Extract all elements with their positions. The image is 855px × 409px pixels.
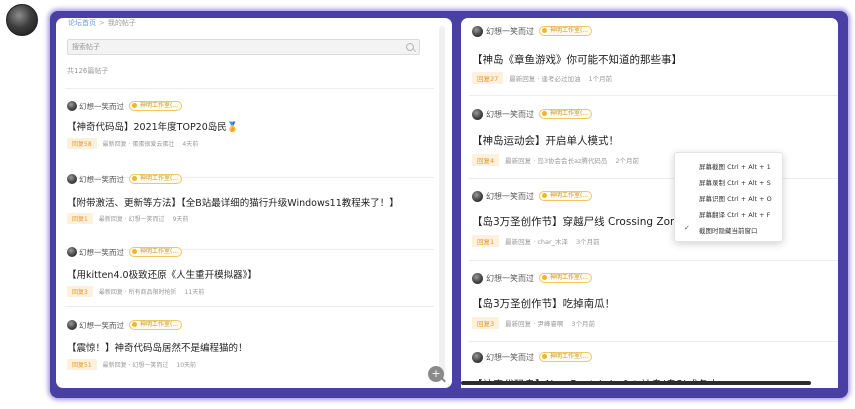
studio-badge[interactable]: 神明工作室(... bbox=[539, 191, 593, 201]
post-title[interactable]: 【神岛《章鱼游戏》你可能不知道的那些事】 bbox=[472, 52, 682, 67]
author-name[interactable]: 幻想一笑而过 bbox=[486, 109, 534, 120]
scrollbar[interactable] bbox=[439, 26, 445, 380]
breadcrumb: 论坛首页 > 我的帖子 bbox=[68, 18, 136, 28]
last-reply: 最新回复 · char_木泽 bbox=[505, 238, 568, 246]
post-meta: 回复1 最新回复 · 幻想一笑而过 9天前 bbox=[67, 213, 188, 224]
last-reply: 最新回复 · 尹峰睿啊 bbox=[505, 320, 564, 328]
author-name[interactable]: 幻想一笑而过 bbox=[79, 174, 124, 185]
breadcrumb-current: 我的帖子 bbox=[107, 19, 136, 27]
menu-item-label: 屏幕录制 Ctrl + Alt + S bbox=[699, 179, 771, 187]
search-icon[interactable] bbox=[406, 43, 414, 51]
studio-badge[interactable]: 神明工作室(... bbox=[129, 174, 183, 184]
avatar[interactable] bbox=[67, 101, 77, 111]
post-meta: 回复58 最新回复 · 蛋蛋很爱云蛋壮 4天前 bbox=[67, 138, 198, 149]
menu-item-screenshot[interactable]: 屏幕截图 Ctrl + Alt + 1 bbox=[675, 157, 782, 173]
reply-count-badge: 回复3 bbox=[67, 286, 93, 297]
post-meta: 回复3 最新回复 · 所有商品限时抢折 11天前 bbox=[67, 286, 204, 297]
post-meta: 回复4 最新回复 · 岛3协会会长az腾代码岛 2个月前 bbox=[472, 154, 639, 166]
post-meta: 回复51 最新回复 · 幻想一笑而过 10天前 bbox=[67, 359, 196, 370]
search-placeholder: 搜索帖子 bbox=[72, 43, 100, 51]
post-time: 3个月前 bbox=[571, 320, 595, 328]
menu-item-screen-translate[interactable]: 屏幕翻译 Ctrl + Alt + F bbox=[675, 205, 782, 221]
post-title[interactable]: 【岛3万圣创作节】穿越尸线 Crossing Zombie bbox=[472, 214, 696, 229]
divider bbox=[65, 88, 434, 89]
avatar[interactable] bbox=[472, 26, 483, 37]
post-title[interactable]: 【用kitten4.0极致还原《人生重开模拟器》】 bbox=[67, 267, 257, 281]
screenshot-context-menu: 屏幕截图 Ctrl + Alt + 1 屏幕录制 Ctrl + Alt + S … bbox=[674, 152, 783, 242]
post-title[interactable]: 【震惊！】神奇代码岛居然不是编程猫的！ bbox=[67, 340, 248, 354]
reply-count-badge: 回复4 bbox=[472, 154, 500, 166]
post-time: 9天前 bbox=[172, 216, 189, 223]
post-meta: 回复27 最新回复 · 逢考必过加油 1个月前 bbox=[472, 72, 612, 84]
author-name[interactable]: 幻想一笑而过 bbox=[486, 273, 534, 284]
author-name[interactable]: 幻想一笑而过 bbox=[79, 320, 124, 331]
horizontal-scrollbar[interactable] bbox=[461, 381, 811, 385]
post-time: 10天前 bbox=[176, 362, 197, 369]
divider bbox=[65, 306, 434, 307]
avatar[interactable] bbox=[67, 247, 77, 257]
menu-item-label: 截图时隐藏当前窗口 bbox=[699, 227, 758, 235]
post-count: 共126篇帖子 bbox=[67, 67, 109, 75]
reply-count-badge: 回复58 bbox=[67, 138, 97, 149]
post-title[interactable]: 【神岛运动会】开启单人模式！ bbox=[472, 133, 619, 148]
studio-badge[interactable]: 神明工作室(... bbox=[129, 101, 183, 111]
avatar[interactable] bbox=[472, 273, 483, 284]
reply-count-badge: 回复3 bbox=[472, 317, 500, 329]
studio-badge[interactable]: 神明工作室(... bbox=[539, 109, 593, 119]
author-name[interactable]: 幻想一笑而过 bbox=[486, 26, 534, 37]
author-name[interactable]: 幻想一笑而过 bbox=[79, 247, 124, 258]
avatar[interactable] bbox=[472, 191, 483, 202]
author-name[interactable]: 幻想一笑而过 bbox=[486, 352, 534, 363]
studio-badge[interactable]: 神明工作室(... bbox=[539, 273, 593, 283]
left-panel-content: 论坛首页 > 我的帖子 搜索帖子 共126篇帖子 幻想一笑而过 神明工作室(... … bbox=[65, 18, 434, 388]
avatar[interactable] bbox=[67, 320, 77, 330]
author-name[interactable]: 幻想一笑而过 bbox=[486, 191, 534, 202]
studio-badge[interactable]: 神明工作室(... bbox=[129, 247, 183, 257]
post-time: 1个月前 bbox=[588, 75, 613, 83]
post-time: 11天前 bbox=[184, 289, 205, 296]
studio-badge[interactable]: 神明工作室(... bbox=[129, 320, 183, 330]
last-reply: 最新回复 · 逢考必过加油 bbox=[509, 75, 581, 83]
avatar[interactable] bbox=[472, 352, 483, 363]
divider bbox=[469, 341, 838, 342]
studio-badge[interactable]: 神明工作室(... bbox=[539, 352, 593, 362]
zoom-in-icon[interactable]: + bbox=[428, 366, 444, 382]
left-panel: 论坛首页 > 我的帖子 搜索帖子 共126篇帖子 幻想一笑而过 神明工作室(... … bbox=[56, 18, 452, 388]
menu-item-screen-record[interactable]: 屏幕录制 Ctrl + Alt + S bbox=[675, 173, 782, 189]
breadcrumb-home[interactable]: 论坛首页 bbox=[68, 19, 96, 27]
reply-count-badge: 回复1 bbox=[472, 235, 500, 247]
last-reply: 最新回复 · 幻想一笑而过 bbox=[98, 216, 165, 223]
divider bbox=[469, 260, 838, 261]
post-title[interactable]: 【神奇代码岛】2021年度TOP20岛民🏅 bbox=[67, 119, 239, 133]
post-time: 4天前 bbox=[182, 141, 199, 148]
user-avatar[interactable] bbox=[6, 4, 38, 36]
post-time: 2个月前 bbox=[615, 157, 640, 165]
avatar[interactable] bbox=[67, 174, 77, 184]
post-title[interactable]: 【岛3万圣创作节】吃掉南瓜！ bbox=[472, 296, 615, 311]
author-name[interactable]: 幻想一笑而过 bbox=[79, 101, 124, 112]
breadcrumb-separator: > bbox=[99, 19, 105, 27]
reply-count-badge: 回复51 bbox=[67, 359, 97, 370]
menu-item-hide-window[interactable]: ✓ 截图时隐藏当前窗口 bbox=[675, 221, 782, 237]
post-meta: 回复3 最新回复 · 尹峰睿啊 3个月前 bbox=[472, 317, 595, 329]
menu-item-label: 屏幕翻译 Ctrl + Alt + F bbox=[699, 211, 771, 219]
post-title[interactable]: 【附带激活、更新等方法】【全B站最详细的猫行升级Windows11教程来了！】 bbox=[67, 195, 399, 209]
studio-badge[interactable]: 神明工作室(... bbox=[539, 26, 593, 36]
menu-item-screen-ocr[interactable]: 屏幕识图 Ctrl + Alt + O bbox=[675, 189, 782, 205]
last-reply: 最新回复 · 所有商品限时抢折 bbox=[98, 289, 177, 296]
post-meta: 回复1 最新回复 · char_木泽 3个月前 bbox=[472, 235, 600, 247]
menu-item-label: 屏幕截图 Ctrl + Alt + 1 bbox=[699, 163, 771, 171]
last-reply: 最新回复 · 幻想一笑而过 bbox=[102, 362, 169, 369]
last-reply: 最新回复 · 蛋蛋很爱云蛋壮 bbox=[102, 141, 175, 148]
divider bbox=[469, 95, 838, 96]
search-input[interactable]: 搜索帖子 bbox=[67, 39, 420, 55]
reply-count-badge: 回复27 bbox=[472, 72, 504, 84]
menu-item-label: 屏幕识图 Ctrl + Alt + O bbox=[699, 195, 772, 203]
avatar[interactable] bbox=[472, 109, 483, 120]
post-time: 3个月前 bbox=[575, 238, 600, 246]
checkmark-icon: ✓ bbox=[684, 224, 690, 232]
reply-count-badge: 回复1 bbox=[67, 213, 93, 224]
last-reply: 最新回复 · 岛3协会会长az腾代码岛 bbox=[505, 157, 608, 165]
